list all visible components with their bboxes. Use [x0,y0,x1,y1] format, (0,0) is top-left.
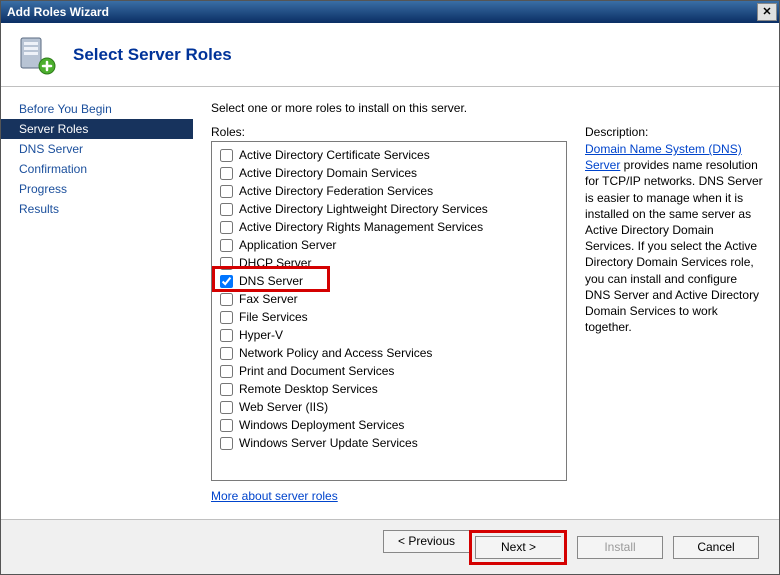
description-label: Description: [585,125,763,139]
role-checkbox[interactable] [220,347,233,360]
role-checkbox[interactable] [220,185,233,198]
role-label: Network Policy and Access Services [239,346,432,360]
role-label: Remote Desktop Services [239,382,378,396]
cancel-button[interactable]: Cancel [673,536,759,559]
role-label: Print and Document Services [239,364,394,378]
role-checkbox[interactable] [220,149,233,162]
role-label: Hyper-V [239,328,283,342]
role-checkbox[interactable] [220,329,233,342]
instruction-text: Select one or more roles to install on t… [211,101,763,115]
next-button-highlight: Next > [469,530,567,565]
role-item[interactable]: File Services [216,308,562,326]
more-about-roles-link[interactable]: More about server roles [211,489,338,503]
role-item[interactable]: Windows Deployment Services [216,416,562,434]
nav-step-before-you-begin[interactable]: Before You Begin [1,99,193,119]
role-description: Domain Name System (DNS) Server provides… [585,141,763,335]
titlebar: Add Roles Wizard ✕ [1,1,779,23]
role-checkbox[interactable] [220,221,233,234]
role-item[interactable]: DHCP Server [216,254,562,272]
wizard-footer: < Previous Next > Install Cancel [1,519,779,574]
role-label: File Services [239,310,308,324]
server-wizard-icon [15,34,57,76]
role-item[interactable]: Hyper-V [216,326,562,344]
previous-button[interactable]: < Previous [383,530,469,553]
role-item[interactable]: Active Directory Domain Services [216,164,562,182]
role-checkbox[interactable] [220,401,233,414]
description-body: provides name resolution for TCP/IP netw… [585,158,763,334]
role-item[interactable]: Active Directory Rights Management Servi… [216,218,562,236]
role-label: Active Directory Domain Services [239,166,417,180]
nav-step-dns-server[interactable]: DNS Server [1,139,193,159]
role-label: Active Directory Certificate Services [239,148,430,162]
role-item[interactable]: Application Server [216,236,562,254]
role-checkbox[interactable] [220,311,233,324]
role-label: Windows Server Update Services [239,436,418,450]
wizard-header: Select Server Roles [1,23,779,87]
role-checkbox[interactable] [220,383,233,396]
role-item[interactable]: Print and Document Services [216,362,562,380]
window-title: Add Roles Wizard [7,1,109,23]
role-item[interactable]: Fax Server [216,290,562,308]
role-item[interactable]: Windows Server Update Services [216,434,562,452]
role-item[interactable]: DNS Server [216,272,562,290]
role-label: Fax Server [239,292,298,306]
role-item[interactable]: Active Directory Lightweight Directory S… [216,200,562,218]
close-button[interactable]: ✕ [757,3,777,21]
role-checkbox[interactable] [220,203,233,216]
next-button[interactable]: Next > [475,536,561,559]
nav-step-confirmation[interactable]: Confirmation [1,159,193,179]
role-checkbox[interactable] [220,437,233,450]
nav-step-results[interactable]: Results [1,199,193,219]
role-item[interactable]: Active Directory Certificate Services [216,146,562,164]
role-label: Active Directory Lightweight Directory S… [239,202,488,216]
role-checkbox[interactable] [220,257,233,270]
role-checkbox[interactable] [220,275,233,288]
roles-listbox[interactable]: Active Directory Certificate Services Act… [211,141,567,481]
nav-step-progress[interactable]: Progress [1,179,193,199]
role-checkbox[interactable] [220,419,233,432]
role-label: Application Server [239,238,336,252]
nav-step-server-roles[interactable]: Server Roles [1,119,193,139]
role-label: Web Server (IIS) [239,400,328,414]
role-label: DNS Server [239,274,303,288]
role-checkbox[interactable] [220,293,233,306]
role-item[interactable]: Remote Desktop Services [216,380,562,398]
role-label: Active Directory Rights Management Servi… [239,220,483,234]
role-label: Active Directory Federation Services [239,184,433,198]
role-label: DHCP Server [239,256,311,270]
role-checkbox[interactable] [220,167,233,180]
wizard-nav-sidebar: Before You BeginServer RolesDNS ServerCo… [1,87,193,519]
role-checkbox[interactable] [220,365,233,378]
roles-label: Roles: [211,125,567,139]
page-title: Select Server Roles [73,45,232,65]
role-item[interactable]: Web Server (IIS) [216,398,562,416]
role-item[interactable]: Active Directory Federation Services [216,182,562,200]
role-checkbox[interactable] [220,239,233,252]
role-item[interactable]: Network Policy and Access Services [216,344,562,362]
role-label: Windows Deployment Services [239,418,404,432]
install-button: Install [577,536,663,559]
